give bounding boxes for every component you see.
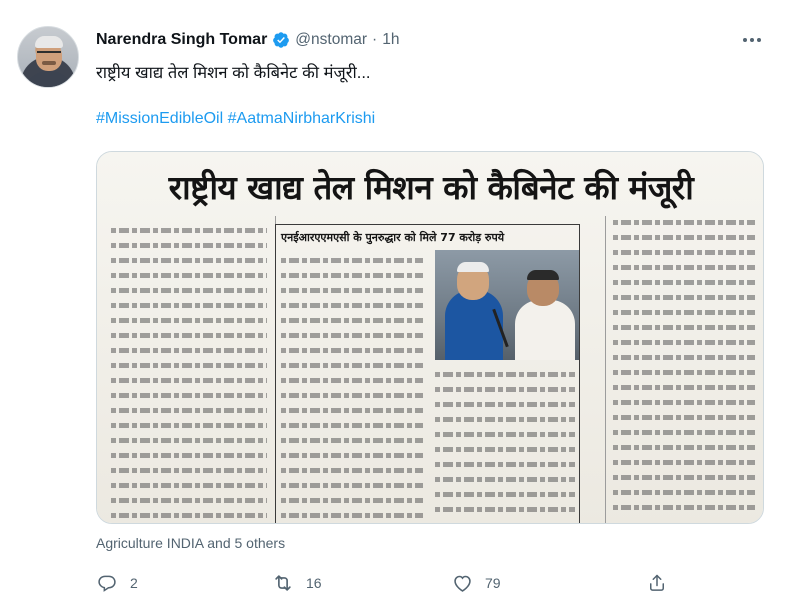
hashtag-line: #MissionEdibleOil #AatmaNirbharKrishi (96, 110, 375, 128)
article-column-middle (281, 252, 429, 523)
more-icon[interactable] (737, 28, 767, 52)
retweet-count: 16 (306, 575, 322, 591)
avatar[interactable] (17, 26, 79, 88)
reply-button[interactable]: 2 (96, 570, 138, 596)
like-button[interactable]: 79 (451, 570, 501, 596)
tweet-header: Narendra Singh Tomar @nstomar · 1h (96, 28, 399, 52)
verified-badge-icon (272, 31, 290, 49)
author-name[interactable]: Narendra Singh Tomar (96, 31, 267, 49)
author-handle[interactable]: @nstomar (295, 31, 367, 49)
reply-count: 2 (130, 575, 138, 591)
tweet-time[interactable]: 1h (382, 31, 399, 49)
share-icon (646, 572, 668, 594)
tweet-actions: 2 16 79 (96, 570, 764, 596)
like-icon (451, 572, 473, 594)
clipping-headline: राष्ट्रीय खाद्य तेल मिशन को कैबिनेट की म… (168, 168, 694, 207)
retweet-icon (272, 572, 294, 594)
tweet-text: राष्ट्रीय खाद्य तेल मिशन को कैबिनेट की म… (96, 64, 371, 82)
like-count: 79 (485, 575, 501, 591)
reply-icon (96, 572, 118, 594)
social-context[interactable]: Agriculture INDIA and 5 others (96, 535, 285, 551)
article-column-caption (435, 366, 581, 523)
column-divider (605, 216, 606, 523)
retweet-button[interactable]: 16 (272, 570, 322, 596)
newspaper-clipping-image[interactable]: राष्ट्रीय खाद्य तेल मिशन को कैबिनेट की म… (96, 151, 764, 524)
hashtag-aatma-nirbhar-krishi[interactable]: #AatmaNirbharKrishi (228, 110, 376, 127)
tweet-card: Narendra Singh Tomar @nstomar · 1h राष्ट… (0, 0, 800, 611)
separator-dot: · (372, 31, 378, 48)
clipping-subheadline: एनईआरएएमएसी के पुनरुद्धार को मिले 77 करो… (281, 231, 505, 244)
news-photo (435, 250, 579, 360)
article-column-right (613, 214, 761, 523)
article-column-left (111, 222, 273, 523)
hashtag-mission-edible-oil[interactable]: #MissionEdibleOil (96, 110, 223, 127)
share-button[interactable] (646, 570, 668, 596)
